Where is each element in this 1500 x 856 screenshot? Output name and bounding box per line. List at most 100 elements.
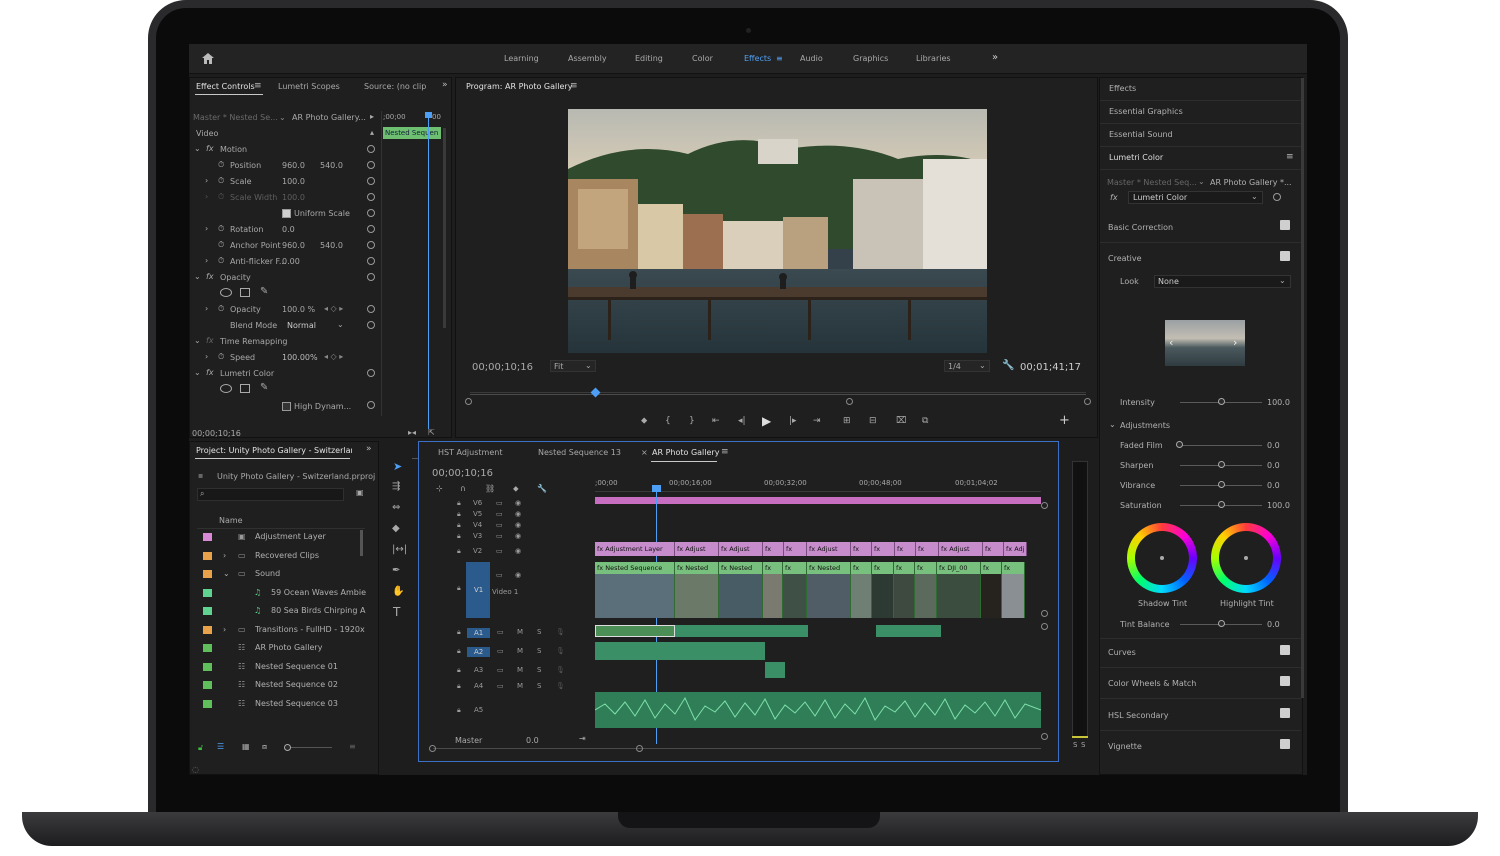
pen-mask-icon[interactable]: ✎ xyxy=(260,382,268,393)
speed-value[interactable]: 100.00% xyxy=(282,353,318,362)
panel-menu-icon[interactable]: ≡ xyxy=(254,81,262,91)
project-item[interactable]: Sound xyxy=(255,569,280,578)
label-color-swatch[interactable] xyxy=(203,699,212,708)
expand-icon[interactable]: › xyxy=(205,352,208,361)
track-select-tool-icon[interactable]: ⇶ xyxy=(392,481,400,492)
reset-icon[interactable] xyxy=(367,241,375,249)
export-frame-icon[interactable]: ⇱ xyxy=(428,428,435,437)
vignette-header[interactable]: Vignette xyxy=(1108,742,1142,751)
close-tab-icon[interactable]: × xyxy=(641,448,648,457)
chevron-down-icon[interactable]: ⌄ xyxy=(279,113,286,122)
track-visibility-icon[interactable]: ◉ xyxy=(515,521,521,529)
curves-header[interactable]: Curves xyxy=(1108,648,1136,657)
expand-icon[interactable]: › xyxy=(205,176,208,185)
folder-toggle-icon[interactable]: › xyxy=(223,551,226,560)
timeline-timecode[interactable]: 00;00;10;16 xyxy=(432,468,493,479)
solo-right[interactable]: S xyxy=(1081,741,1085,749)
solo-button[interactable]: S xyxy=(537,628,541,636)
sort-icon[interactable]: ≡ xyxy=(349,742,356,751)
position-y[interactable]: 540.0 xyxy=(320,161,343,170)
track-target-a2[interactable]: A2 xyxy=(467,647,491,657)
track-lock-icon[interactable]: 🔒︎ xyxy=(457,682,461,691)
wrench-icon[interactable]: 🔧 xyxy=(1002,360,1014,371)
type-tool-icon[interactable]: T xyxy=(393,605,400,619)
add-marker-icon[interactable]: ⬥ xyxy=(641,416,647,426)
right-scrollbar[interactable] xyxy=(1301,78,1304,698)
home-icon[interactable] xyxy=(201,52,215,65)
voice-over-record-icon[interactable]: 🎙︎ xyxy=(556,628,565,636)
chevron-icon[interactable]: ⌄ xyxy=(194,368,201,377)
workspace-effects[interactable]: Effects xyxy=(744,54,771,63)
mute-button[interactable]: M xyxy=(517,647,523,655)
look-select[interactable]: None ⌄ xyxy=(1154,275,1291,288)
adjustment-clip[interactable]: fx Adjust xyxy=(675,542,719,556)
chevron-down-icon[interactable]: ⌄ xyxy=(1198,177,1205,186)
chevron-icon[interactable]: ⌄ xyxy=(194,272,201,281)
highlight-tint-wheel[interactable] xyxy=(1211,523,1281,593)
track-lock-icon[interactable]: 🔒︎ xyxy=(457,628,461,637)
adjustment-clip[interactable]: fx Adjust xyxy=(719,542,763,556)
essential-graphics-tab[interactable]: Essential Graphics xyxy=(1109,107,1183,116)
audio-clip-a1[interactable] xyxy=(595,625,675,637)
saturation-value[interactable]: 100.0 xyxy=(1267,501,1290,510)
vibrance-value[interactable]: 0.0 xyxy=(1267,481,1280,490)
track-target-a1[interactable]: A1 xyxy=(467,628,491,638)
faded-film-knob[interactable] xyxy=(1176,441,1183,448)
audio-clip-a1[interactable] xyxy=(876,625,941,637)
voice-over-record-icon[interactable]: 🎙︎ xyxy=(556,682,565,690)
rectangle-mask-icon[interactable] xyxy=(240,384,250,393)
ellipse-mask-icon[interactable] xyxy=(220,288,232,297)
stopwatch-icon[interactable]: ⏱ xyxy=(218,224,224,234)
anchor-x[interactable]: 960.0 xyxy=(282,241,305,250)
label-color-swatch[interactable] xyxy=(203,681,212,689)
sync-lock-icon[interactable]: ▭ xyxy=(496,547,503,555)
program-ruler[interactable] xyxy=(470,387,1086,393)
export-frame-icon[interactable]: ⌧ xyxy=(896,416,906,426)
stopwatch-icon[interactable]: ⏱ xyxy=(218,176,224,186)
basic-correction-checkbox[interactable] xyxy=(1280,220,1290,230)
video-clip[interactable]: fx DJI_00 xyxy=(937,562,981,618)
ec-scrollbar[interactable] xyxy=(443,128,446,328)
track-target-v5[interactable]: V5 xyxy=(473,510,482,518)
panel-menu-icon[interactable]: ≡ xyxy=(1286,152,1294,162)
track-target-a5[interactable]: A5 xyxy=(474,706,483,714)
adjustment-clip[interactable]: fx xyxy=(916,542,939,556)
project-title[interactable]: Project: Unity Photo Gallery - Switzerla… xyxy=(196,446,352,455)
position-x[interactable]: 960.0 xyxy=(282,161,305,170)
add-marker-icon[interactable]: ⬥ xyxy=(513,484,519,494)
creative-checkbox[interactable] xyxy=(1280,251,1290,261)
insert-nest-icon[interactable]: ⊹ xyxy=(436,484,443,493)
rectangle-mask-icon[interactable] xyxy=(240,288,250,297)
saturation-knob[interactable] xyxy=(1218,501,1225,508)
label-color-swatch[interactable] xyxy=(203,533,212,541)
selection-tool-icon[interactable]: ➤ xyxy=(393,460,402,473)
video-clip[interactable]: fx Nested xyxy=(675,562,719,618)
high-dynamic-checkbox[interactable] xyxy=(282,402,291,411)
video-clip[interactable]: fx xyxy=(783,562,807,618)
audio-clip-a1[interactable] xyxy=(675,625,768,637)
project-search-input[interactable] xyxy=(197,488,344,501)
uniform-scale-checkbox[interactable] xyxy=(282,209,291,218)
label-color-swatch[interactable] xyxy=(203,607,212,615)
project-item[interactable]: Transitions - FullHD - 1920x xyxy=(255,625,365,634)
lumetri-effect-select[interactable]: Lumetri Color ⌄ xyxy=(1128,191,1263,204)
mark-out-icon[interactable]: } xyxy=(689,416,695,426)
zoom-handle-mid[interactable] xyxy=(846,398,853,405)
razor-tool-icon[interactable]: ◆ xyxy=(392,523,400,534)
ec-playhead-head[interactable] xyxy=(425,112,432,118)
adjustment-clip[interactable]: fx xyxy=(763,542,784,556)
stopwatch-icon[interactable]: ⏱ xyxy=(218,240,224,250)
slip-tool-icon[interactable]: |↔| xyxy=(392,544,407,555)
play-icon[interactable]: ▶ xyxy=(762,414,771,428)
track-lock-icon[interactable]: 🔒︎ xyxy=(457,647,461,656)
video-clip[interactable]: fx xyxy=(1002,562,1025,618)
fit-select[interactable]: Fit ⌄ xyxy=(550,360,596,372)
track-lock-icon[interactable]: 🔒︎ xyxy=(457,532,461,541)
list-view-icon[interactable]: ☰ xyxy=(217,742,224,751)
tab-lumetri-scopes[interactable]: Lumetri Scopes xyxy=(278,82,340,91)
track-target-v6[interactable]: V6 xyxy=(473,499,482,507)
adjustment-clip[interactable]: fx xyxy=(851,542,872,556)
reset-icon[interactable] xyxy=(367,161,375,169)
opacity-value[interactable]: 100.0 % xyxy=(282,305,315,314)
reset-icon[interactable] xyxy=(367,177,375,185)
